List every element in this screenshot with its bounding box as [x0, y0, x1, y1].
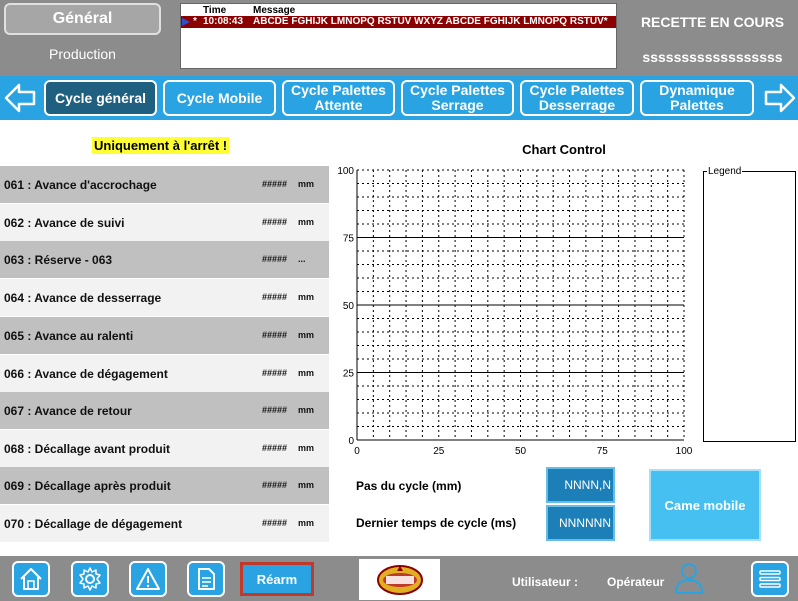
- alarm-text: ABCDE FGHIJK LMNOPQ RSTUV WXYZ ABCDE FGH…: [253, 16, 608, 27]
- param-row[interactable]: 065 : Avance au ralenti ##### mm: [0, 317, 329, 354]
- recipe-name: ssssssssssssssssss: [642, 49, 783, 65]
- time-column-header: Time: [203, 5, 227, 16]
- y-tick-label: 50: [343, 301, 355, 312]
- cycle-step-label: Pas du cycle (mm): [356, 479, 462, 493]
- document-icon: [198, 568, 215, 590]
- param-row[interactable]: 063 : Réserve - 063 ##### ...: [0, 241, 329, 278]
- param-row[interactable]: 066 : Avance de dégagement ##### mm: [0, 355, 329, 392]
- x-tick-label: 25: [433, 446, 445, 457]
- param-label: 068 : Décallage avant produit: [4, 442, 171, 456]
- alarm-button[interactable]: [129, 561, 167, 597]
- chart-plot: 0 25 50 75 100 0 25 50 75 100: [337, 166, 693, 457]
- param-value[interactable]: #####: [262, 368, 287, 378]
- warning-icon: [136, 568, 160, 590]
- param-row[interactable]: 064 : Avance de desserrage ##### mm: [0, 279, 329, 316]
- param-value[interactable]: #####: [262, 179, 287, 189]
- message-panel[interactable]: Time Message * 10:08:43 ABCDE FGHIJK LMN…: [180, 3, 617, 69]
- user-icon[interactable]: [674, 561, 704, 600]
- x-tick-label: 100: [676, 446, 693, 457]
- footer-bar: Réarm Utilisateur : Opérateur: [0, 556, 798, 601]
- tab-bar: Cycle général Cycle Mobile Cycle Palette…: [0, 76, 798, 120]
- message-column-header: Message: [253, 5, 296, 16]
- chart-legend: [703, 171, 796, 442]
- menu-button[interactable]: [751, 561, 789, 597]
- param-value[interactable]: #####: [262, 443, 287, 453]
- arrow-right-icon[interactable]: [762, 80, 798, 116]
- tab-cycle-palettes-desserrage[interactable]: Cycle Palettes Desserrage: [520, 80, 634, 116]
- param-unit: mm: [298, 405, 315, 415]
- y-tick-label: 100: [337, 166, 354, 177]
- y-tick-label: 75: [343, 234, 355, 245]
- home-icon: [20, 568, 42, 590]
- param-label: 067 : Avance de retour: [4, 404, 132, 418]
- param-row[interactable]: 067 : Avance de retour ##### mm: [0, 392, 329, 429]
- y-tick-label: 25: [343, 369, 355, 380]
- param-row[interactable]: 061 : Avance d'accrochage ##### mm: [0, 166, 329, 203]
- x-tick-label: 0: [354, 446, 360, 457]
- arrow-left-icon[interactable]: [2, 80, 38, 116]
- alarm-time: 10:08:43: [203, 16, 244, 27]
- tab-dynamique-palettes[interactable]: Dynamique Palettes: [640, 80, 754, 116]
- legend-label: Legend: [707, 166, 743, 177]
- param-value[interactable]: #####: [262, 217, 287, 227]
- user-name: Opérateur: [607, 575, 665, 589]
- cycle-step-value[interactable]: NNNN,N: [546, 467, 615, 503]
- recipe-title: RECETTE EN COURS: [640, 14, 785, 30]
- tab-cycle-palettes-serrage[interactable]: Cycle Palettes Serrage: [401, 80, 514, 116]
- param-unit: mm: [298, 518, 315, 528]
- param-unit: mm: [298, 292, 315, 302]
- param-label: 062 : Avance de suivi: [4, 216, 125, 230]
- param-value[interactable]: #####: [262, 518, 287, 528]
- param-row[interactable]: 069 : Décallage après produit ##### mm: [0, 467, 329, 504]
- stop-only-warning: Uniquement à l'arrêt !: [92, 137, 230, 154]
- tab-cycle-general[interactable]: Cycle général: [44, 80, 157, 116]
- param-row[interactable]: 062 : Avance de suivi ##### mm: [0, 204, 329, 241]
- header-bar: Général Production Time Message * 10:08:…: [0, 0, 798, 76]
- home-button[interactable]: [12, 561, 50, 597]
- settings-button[interactable]: [71, 561, 109, 597]
- param-unit: mm: [298, 330, 315, 340]
- document-button[interactable]: [187, 561, 225, 597]
- param-value[interactable]: #####: [262, 330, 287, 340]
- cycle-time-label: Dernier temps de cycle (ms): [356, 516, 517, 530]
- param-unit: mm: [298, 179, 315, 189]
- alarm-marker: *: [193, 16, 197, 27]
- param-value[interactable]: #####: [262, 254, 287, 264]
- y-tick-label: 0: [348, 436, 354, 447]
- param-unit: mm: [298, 480, 315, 490]
- mode-subtitle: Production: [49, 46, 116, 62]
- user-label: Utilisateur :: [512, 575, 579, 589]
- param-label: 069 : Décallage après produit: [4, 479, 171, 493]
- cycle-time-value[interactable]: NNNNNN: [546, 505, 615, 541]
- param-unit: mm: [298, 443, 315, 453]
- param-value[interactable]: #####: [262, 292, 287, 302]
- rearm-button[interactable]: Réarm: [240, 562, 314, 596]
- x-tick-label: 50: [515, 446, 527, 457]
- gear-icon: [79, 567, 101, 591]
- param-row[interactable]: 070 : Décallage de dégagement ##### mm: [0, 505, 329, 542]
- param-label: 064 : Avance de desserrage: [4, 291, 162, 305]
- chart-title: Chart Control: [522, 142, 606, 157]
- param-label: 065 : Avance au ralenti: [4, 329, 134, 343]
- came-mobile-button[interactable]: Came mobile: [649, 469, 761, 541]
- param-unit: ...: [298, 254, 306, 264]
- param-label: 070 : Décallage de dégagement: [4, 517, 183, 531]
- param-unit: mm: [298, 217, 315, 227]
- alarm-message-row[interactable]: * 10:08:43 ABCDE FGHIJK LMNOPQ RSTUV WXY…: [181, 16, 616, 28]
- param-label: 063 : Réserve - 063: [4, 253, 113, 267]
- tab-cycle-palettes-attente[interactable]: Cycle Palettes Attente: [282, 80, 395, 116]
- param-label: 061 : Avance d'accrochage: [4, 178, 157, 192]
- company-logo: [359, 559, 440, 600]
- mode-button[interactable]: Général: [4, 3, 161, 35]
- param-unit: mm: [298, 368, 315, 378]
- alarm-flag-icon: [182, 18, 190, 26]
- menu-icon: [759, 570, 781, 588]
- x-tick-label: 75: [597, 446, 609, 457]
- param-value[interactable]: #####: [262, 480, 287, 490]
- param-row[interactable]: 068 : Décallage avant produit ##### mm: [0, 430, 329, 467]
- param-value[interactable]: #####: [262, 405, 287, 415]
- tab-cycle-mobile[interactable]: Cycle Mobile: [163, 80, 276, 116]
- param-label: 066 : Avance de dégagement: [4, 367, 168, 381]
